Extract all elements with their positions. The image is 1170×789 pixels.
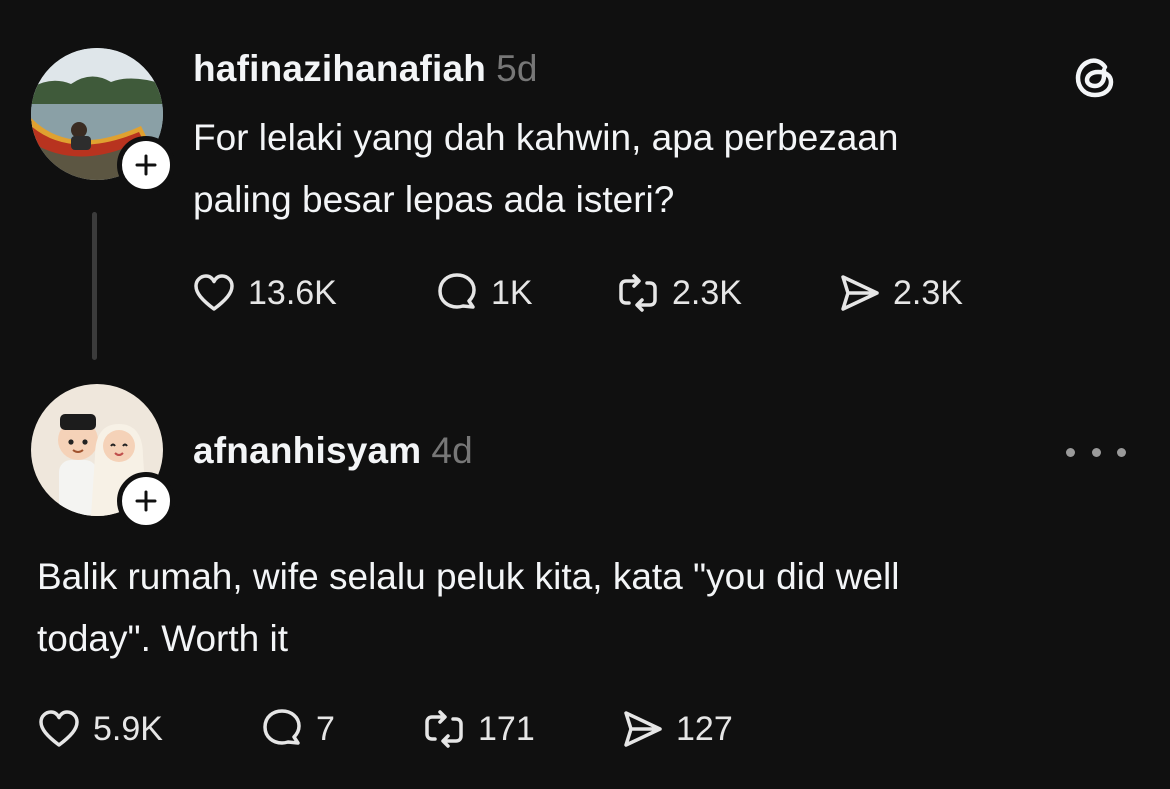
repost-icon [425,710,463,748]
reply-count: 1K [491,273,533,312]
share-button[interactable]: 127 [620,704,733,754]
repost-count: 2.3K [672,273,742,312]
post-timestamp: 5d [496,48,538,89]
post-text-line: today". Worth it [37,618,288,659]
comment-bubble-icon [263,709,301,745]
reply-count: 7 [316,709,335,748]
repost-button[interactable]: 171 [422,704,535,754]
post-actions: 13.6K 1K 2.3K 2.3K [192,268,1012,318]
comment-bubble-icon [438,273,476,309]
post-text: For lelaki yang dah kahwin, apa perbezaa… [193,107,899,231]
username[interactable]: hafinazihanafiah [193,48,486,89]
repost-icon [619,274,657,312]
post-actions: 5.9K 7 171 127 [37,704,777,754]
like-button[interactable]: 5.9K [37,704,163,754]
like-count: 13.6K [248,273,337,312]
plus-icon [135,154,157,176]
send-icon [841,275,879,311]
post-text-line: For lelaki yang dah kahwin, apa perbezaa… [193,117,899,158]
more-options-button[interactable] [1066,440,1126,464]
thread-connector-line [92,212,97,360]
heart-icon [39,710,79,747]
threads-logo-icon[interactable] [1070,50,1122,102]
send-icon [624,711,662,747]
plus-icon [135,490,157,512]
more-horizontal-icon-dot [1091,447,1101,457]
more-horizontal-icon [1066,447,1075,457]
repost-button[interactable]: 2.3K [616,268,742,318]
reply-button[interactable]: 1K [435,268,533,318]
reply-button[interactable]: 7 [260,704,335,754]
share-count: 127 [676,709,733,748]
share-count: 2.3K [893,273,963,312]
share-button[interactable]: 2.3K [837,268,963,318]
like-count: 5.9K [93,709,163,748]
like-button[interactable]: 13.6K [192,268,337,318]
post-timestamp: 4d [431,430,473,471]
post-text-line: paling besar lepas ada isteri? [193,179,675,220]
follow-button[interactable] [117,136,175,194]
follow-button[interactable] [117,472,175,530]
username[interactable]: afnanhisyam [193,430,421,471]
post-text: Balik rumah, wife selalu peluk kita, kat… [37,546,900,670]
post-author-header: hafinazihanafiah 5d [193,48,538,90]
more-horizontal-icon-dot [1117,447,1126,457]
post-text-line: Balik rumah, wife selalu peluk kita, kat… [37,556,900,597]
post-author-header: afnanhisyam 4d [193,430,473,472]
heart-icon [194,274,234,311]
repost-count: 171 [478,709,535,748]
